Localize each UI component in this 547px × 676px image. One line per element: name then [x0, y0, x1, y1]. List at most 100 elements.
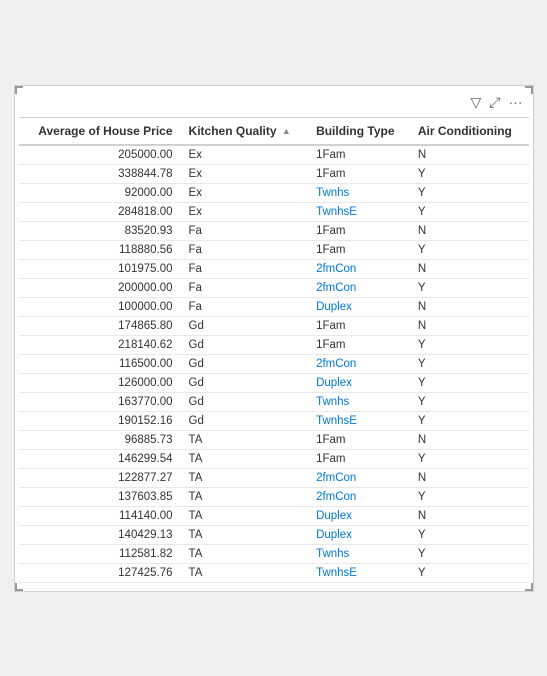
cell-air-conditioning: N [410, 506, 529, 525]
cell-kitchen-quality: Ex [181, 202, 309, 221]
cell-building-type: TwnhsE [308, 202, 410, 221]
cell-building-type: Duplex [308, 373, 410, 392]
cell-avg-price: 218140.62 [19, 335, 181, 354]
cell-air-conditioning: N [410, 259, 529, 278]
cell-building-type: Duplex [308, 525, 410, 544]
cell-avg-price: 140429.13 [19, 525, 181, 544]
table-row: 284818.00ExTwnhsEY [19, 202, 529, 221]
cell-avg-price: 122877.27 [19, 468, 181, 487]
cell-kitchen-quality: Gd [181, 392, 309, 411]
cell-avg-price: 163770.00 [19, 392, 181, 411]
cell-avg-price: 101975.00 [19, 259, 181, 278]
cell-avg-price: 112581.82 [19, 544, 181, 563]
cell-avg-price: 126000.00 [19, 373, 181, 392]
cell-building-type: TwnhsE [308, 411, 410, 430]
cell-air-conditioning: Y [410, 354, 529, 373]
cell-air-conditioning: Y [410, 373, 529, 392]
cell-kitchen-quality: Gd [181, 373, 309, 392]
table-row: 96885.73TA1FamN [19, 430, 529, 449]
table-row: 101975.00Fa2fmConN [19, 259, 529, 278]
cell-air-conditioning: N [410, 297, 529, 316]
cell-air-conditioning: Y [410, 525, 529, 544]
table-row: 163770.00GdTwnhsY [19, 392, 529, 411]
cell-avg-price: 338844.78 [19, 164, 181, 183]
cell-air-conditioning: Y [410, 240, 529, 259]
cell-avg-price: 118880.56 [19, 240, 181, 259]
corner-bracket-tr [525, 86, 533, 94]
cell-building-type: 1Fam [308, 449, 410, 468]
data-table-panel: ▽ ⤢ ··· Average of House Price Kitchen Q… [14, 85, 534, 592]
cell-kitchen-quality: TA [181, 430, 309, 449]
cell-building-type: 1Fam [308, 145, 410, 165]
cell-air-conditioning: N [410, 430, 529, 449]
cell-air-conditioning: Y [410, 544, 529, 563]
cell-building-type: 1Fam [308, 316, 410, 335]
cell-kitchen-quality: TA [181, 449, 309, 468]
cell-kitchen-quality: TA [181, 468, 309, 487]
cell-air-conditioning: N [410, 468, 529, 487]
cell-kitchen-quality: TA [181, 525, 309, 544]
col-header-air-conditioning: Air Conditioning [410, 117, 529, 145]
cell-building-type: 1Fam [308, 221, 410, 240]
data-table: Average of House Price Kitchen Quality ▲… [19, 117, 529, 583]
table-row: 137603.85TA2fmConY [19, 487, 529, 506]
cell-kitchen-quality: Gd [181, 316, 309, 335]
table-row: 174865.80Gd1FamN [19, 316, 529, 335]
toolbar: ▽ ⤢ ··· [19, 94, 529, 117]
cell-kitchen-quality: Fa [181, 240, 309, 259]
cell-air-conditioning: Y [410, 164, 529, 183]
cell-building-type: 1Fam [308, 335, 410, 354]
cell-kitchen-quality: Ex [181, 145, 309, 165]
cell-building-type: Twnhs [308, 392, 410, 411]
table-row: 92000.00ExTwnhsY [19, 183, 529, 202]
cell-building-type: TwnhsE [308, 563, 410, 582]
table-row: 205000.00Ex1FamN [19, 145, 529, 165]
table-row: 100000.00FaDuplexN [19, 297, 529, 316]
cell-avg-price: 114140.00 [19, 506, 181, 525]
cell-kitchen-quality: TA [181, 544, 309, 563]
cell-kitchen-quality: Ex [181, 183, 309, 202]
cell-air-conditioning: Y [410, 278, 529, 297]
cell-building-type: Twnhs [308, 183, 410, 202]
table-row: 126000.00GdDuplexY [19, 373, 529, 392]
cell-kitchen-quality: Gd [181, 335, 309, 354]
more-options-icon[interactable]: ··· [509, 94, 523, 110]
filter-icon[interactable]: ▽ [471, 94, 482, 111]
cell-air-conditioning: N [410, 145, 529, 165]
cell-avg-price: 174865.80 [19, 316, 181, 335]
table-row: 338844.78Ex1FamY [19, 164, 529, 183]
cell-building-type: 2fmCon [308, 354, 410, 373]
cell-kitchen-quality: TA [181, 563, 309, 582]
cell-avg-price: 137603.85 [19, 487, 181, 506]
expand-icon[interactable]: ⤢ [489, 94, 500, 111]
table-row: 83520.93Fa1FamN [19, 221, 529, 240]
cell-air-conditioning: Y [410, 411, 529, 430]
cell-building-type: Duplex [308, 506, 410, 525]
cell-air-conditioning: Y [410, 487, 529, 506]
cell-avg-price: 116500.00 [19, 354, 181, 373]
col-header-kitchen-quality: Kitchen Quality ▲ [181, 117, 309, 145]
table-row: 122877.27TA2fmConN [19, 468, 529, 487]
cell-building-type: 2fmCon [308, 487, 410, 506]
cell-building-type: 2fmCon [308, 259, 410, 278]
col-header-avg-price: Average of House Price [19, 117, 181, 145]
cell-avg-price: 127425.76 [19, 563, 181, 582]
cell-kitchen-quality: Fa [181, 221, 309, 240]
cell-avg-price: 146299.54 [19, 449, 181, 468]
cell-avg-price: 100000.00 [19, 297, 181, 316]
cell-kitchen-quality: Gd [181, 411, 309, 430]
cell-avg-price: 83520.93 [19, 221, 181, 240]
cell-air-conditioning: Y [410, 183, 529, 202]
cell-building-type: 1Fam [308, 164, 410, 183]
cell-avg-price: 284818.00 [19, 202, 181, 221]
table-row: 114140.00TADuplexN [19, 506, 529, 525]
corner-bracket-tl [15, 86, 23, 94]
table-row: 118880.56Fa1FamY [19, 240, 529, 259]
cell-air-conditioning: Y [410, 202, 529, 221]
cell-building-type: Twnhs [308, 544, 410, 563]
corner-bracket-bl [15, 583, 23, 591]
cell-air-conditioning: N [410, 221, 529, 240]
table-body: 205000.00Ex1FamN338844.78Ex1FamY92000.00… [19, 145, 529, 583]
cell-kitchen-quality: Fa [181, 259, 309, 278]
cell-air-conditioning: Y [410, 449, 529, 468]
